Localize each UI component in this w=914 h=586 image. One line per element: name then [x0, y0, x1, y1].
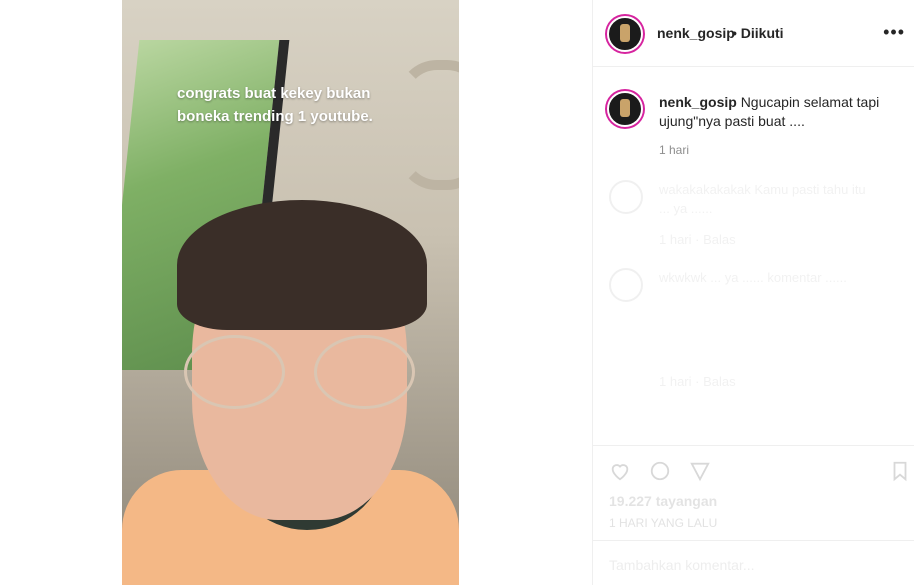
comment-bubble-icon[interactable]	[649, 460, 671, 482]
video-caption-overlay: congrats buat kekey bukan boneka trendin…	[177, 85, 373, 125]
more-options-icon[interactable]: •••	[883, 22, 905, 43]
post-header: nenk_gosip • Diikuti •••	[593, 0, 914, 67]
view-count[interactable]: 19.227 tayangan	[609, 493, 717, 509]
post-side-panel: nenk_gosip • Diikuti ••• nenk_gosip Nguc…	[592, 0, 914, 585]
author-username[interactable]: nenk_gosip	[657, 25, 735, 41]
faded-comment: wkwkwk ... ya ...... komentar ......	[659, 270, 847, 285]
save-bookmark-icon[interactable]	[889, 460, 911, 482]
grab-handle	[397, 60, 459, 190]
add-comment-bar[interactable]: Tambahkan komentar...	[593, 540, 914, 586]
caption-text: nenk_gosip Ngucapin selamat tapi ujung"n…	[659, 93, 899, 131]
person-hair	[177, 200, 427, 330]
faded-comment-meta: 1 hari · Balas	[659, 374, 736, 389]
caption-avatar[interactable]	[607, 91, 643, 127]
add-comment-input[interactable]: Tambahkan komentar...	[609, 557, 755, 573]
follow-status[interactable]: • Diikuti	[732, 25, 784, 41]
comment-avatar	[609, 180, 643, 214]
glasses	[184, 335, 415, 409]
comment-avatar	[609, 268, 643, 302]
action-bar	[593, 445, 914, 496]
caption-username[interactable]: nenk_gosip	[659, 94, 737, 110]
caption-timestamp[interactable]: 1 hari	[659, 143, 689, 157]
author-avatar[interactable]	[607, 16, 643, 52]
share-plane-icon[interactable]	[689, 460, 711, 482]
like-heart-icon[interactable]	[609, 460, 631, 482]
faded-comment-meta: 1 hari · Balas	[659, 232, 736, 247]
post-media: congrats buat kekey bukan boneka trendin…	[0, 0, 592, 585]
post-age: 1 HARI YANG LALU	[609, 516, 718, 530]
faded-comment: wakakakakakak Kamu pasti tahu itu ... ya…	[659, 182, 866, 216]
